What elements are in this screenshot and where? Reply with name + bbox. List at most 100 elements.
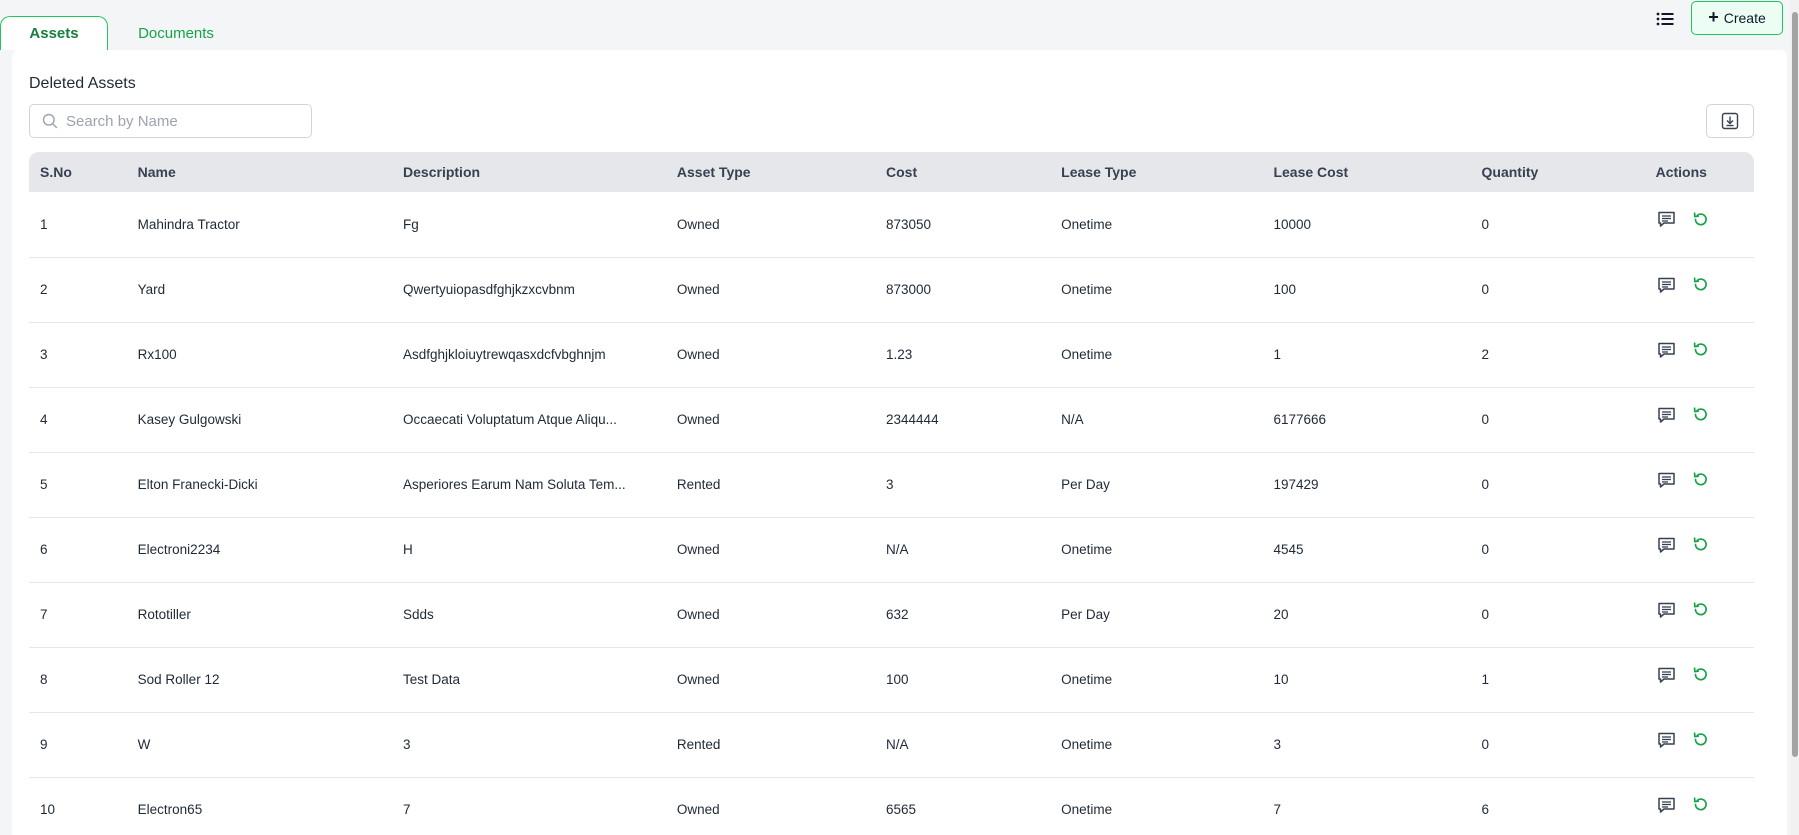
- cell-actions: [1644, 582, 1754, 648]
- cell-quantity: 1: [1470, 647, 1645, 713]
- download-button[interactable]: [1706, 104, 1754, 138]
- column-header-sno: S.No: [40, 164, 72, 180]
- cell-sno: 3: [29, 322, 127, 388]
- restore-button[interactable]: [1690, 534, 1712, 556]
- row-actions: [1656, 208, 1754, 230]
- plus-icon: +: [1708, 7, 1719, 27]
- cell-cost: 632: [875, 582, 1051, 648]
- comment-button[interactable]: [1656, 794, 1678, 816]
- restore-button[interactable]: [1690, 339, 1712, 361]
- table-row: 1 Mahindra Tractor Fg Owned 873050 Onetime 100…: [29, 192, 1754, 258]
- cell-name: Mahindra Tractor: [126, 192, 393, 258]
- cell-quantity: 0: [1470, 517, 1645, 583]
- comment-icon: [1658, 732, 1675, 748]
- cell-quantity: 0: [1470, 452, 1645, 518]
- comment-button[interactable]: [1656, 339, 1678, 361]
- cell-name: Electroni2234: [126, 517, 393, 583]
- table-row: 7 Rototiller Sdds Owned 632 Per Day 20 0: [29, 582, 1754, 648]
- cell-quantity: 0: [1470, 712, 1645, 778]
- table-row: 4 Kasey Gulgowski Occaecati Voluptatum Atq…: [29, 387, 1754, 453]
- restore-button[interactable]: [1690, 469, 1712, 491]
- comment-icon: [1658, 602, 1675, 618]
- page-title: Deleted Assets: [29, 75, 136, 92]
- comment-button[interactable]: [1656, 274, 1678, 296]
- comment-icon: [1658, 797, 1675, 813]
- cell-quantity: 0: [1470, 582, 1645, 648]
- cell-lease-type: Onetime: [1050, 257, 1263, 323]
- cell-quantity: 6: [1470, 777, 1645, 835]
- column-header-cost: Cost: [886, 164, 918, 180]
- cell-sno: 2: [29, 257, 127, 323]
- row-actions: [1656, 664, 1754, 686]
- column-header-lease-cost: Lease Cost: [1273, 164, 1349, 180]
- cell-lease-type: Onetime: [1050, 712, 1263, 778]
- create-button[interactable]: + Create: [1691, 1, 1783, 35]
- comment-button[interactable]: [1656, 729, 1678, 751]
- cell-description: Occaecati Voluptatum Atque Aliqu...: [392, 387, 666, 453]
- restore-button[interactable]: [1690, 274, 1712, 296]
- restore-icon: [1693, 797, 1707, 811]
- search-box: [29, 104, 312, 138]
- restore-button[interactable]: [1690, 664, 1712, 686]
- cell-sno: 8: [29, 647, 127, 713]
- table-row: 10 Electron65 7 Owned 6565 Onetime 7 6: [29, 777, 1754, 835]
- comment-button[interactable]: [1656, 404, 1678, 426]
- restore-button[interactable]: [1690, 794, 1712, 816]
- cell-cost: 873000: [875, 257, 1051, 323]
- cell-name: Rx100: [126, 322, 393, 388]
- tab-documents[interactable]: Documents: [118, 16, 234, 50]
- cell-name: Rototiller: [126, 582, 393, 648]
- cell-lease-cost: 6177666: [1262, 387, 1471, 453]
- row-actions: [1656, 274, 1754, 296]
- cell-actions: [1644, 777, 1754, 835]
- tab-assets[interactable]: Assets: [0, 16, 108, 50]
- cell-lease-cost: 4545: [1262, 517, 1471, 583]
- restore-icon: [1693, 407, 1707, 421]
- cell-description: H: [392, 517, 666, 583]
- cell-sno: 10: [29, 777, 127, 835]
- comment-icon: [1658, 537, 1675, 553]
- cell-actions: [1644, 647, 1754, 713]
- row-actions: [1656, 469, 1754, 491]
- column-header-actions: Actions: [1655, 164, 1707, 180]
- comment-button[interactable]: [1656, 599, 1678, 621]
- cell-description: Asdfghjkloiuytrewqasxdcfvbghnjm: [392, 322, 666, 388]
- restore-button[interactable]: [1690, 404, 1712, 426]
- cell-asset-type: Rented: [665, 452, 876, 518]
- cell-lease-type: Onetime: [1050, 192, 1263, 258]
- cell-asset-type: Owned: [665, 647, 876, 713]
- list-view-button[interactable]: [1652, 8, 1678, 30]
- comment-button[interactable]: [1656, 469, 1678, 491]
- scrollbar-thumb[interactable]: [1792, 12, 1798, 757]
- cell-actions: [1644, 452, 1754, 518]
- comment-icon: [1658, 342, 1675, 358]
- cell-cost: 1.23: [875, 322, 1051, 388]
- row-actions: [1656, 534, 1754, 556]
- cell-lease-type: Onetime: [1050, 517, 1263, 583]
- cell-actions: [1644, 712, 1754, 778]
- comment-icon: [1658, 667, 1675, 683]
- cell-lease-cost: 20: [1262, 582, 1471, 648]
- restore-icon: [1693, 667, 1707, 681]
- cell-cost: N/A: [875, 517, 1051, 583]
- restore-icon: [1693, 277, 1707, 291]
- table-row: 5 Elton Franecki-Dicki Asperiores Earum Na…: [29, 452, 1754, 518]
- cell-name: Kasey Gulgowski: [126, 387, 393, 453]
- cell-description: 3: [392, 712, 666, 778]
- comment-button[interactable]: [1656, 664, 1678, 686]
- restore-button[interactable]: [1690, 208, 1712, 230]
- cell-cost: 3: [875, 452, 1051, 518]
- cell-lease-cost: 3: [1262, 712, 1471, 778]
- cell-actions: [1644, 322, 1754, 388]
- comment-button[interactable]: [1656, 534, 1678, 556]
- cell-lease-type: Onetime: [1050, 647, 1263, 713]
- column-header-lease-type: Lease Type: [1061, 164, 1137, 180]
- comment-button[interactable]: [1656, 208, 1678, 230]
- search-input[interactable]: [66, 112, 296, 130]
- restore-button[interactable]: [1690, 599, 1712, 621]
- cell-asset-type: Owned: [665, 257, 876, 323]
- cell-description: Sdds: [392, 582, 666, 648]
- restore-button[interactable]: [1690, 729, 1712, 751]
- top-bar: Assets Documents + Create: [0, 0, 1790, 50]
- cell-quantity: 0: [1470, 387, 1645, 453]
